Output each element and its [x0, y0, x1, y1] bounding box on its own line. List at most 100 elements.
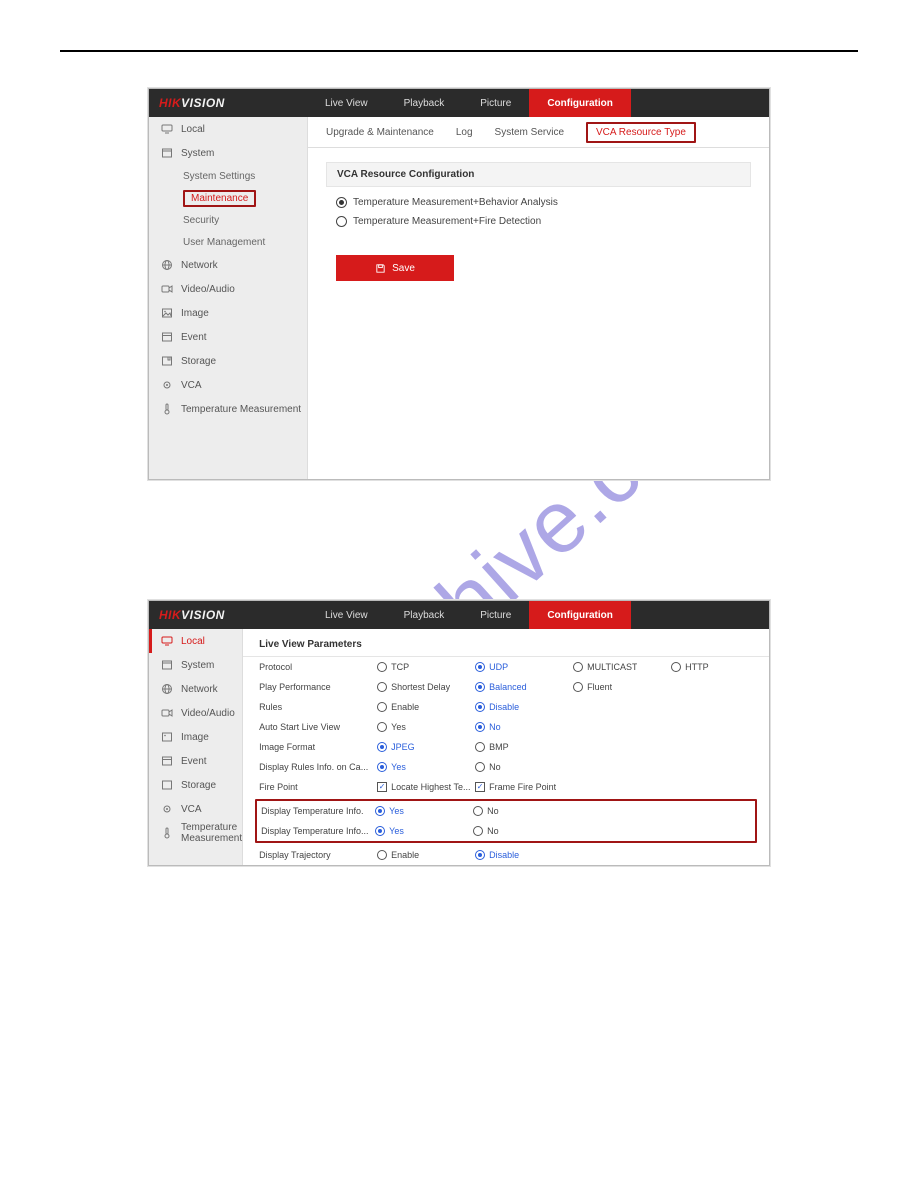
sidebar-image[interactable]: Image — [149, 725, 242, 749]
tab-log[interactable]: Log — [456, 127, 473, 138]
radio-icon — [475, 742, 485, 752]
radio-icon — [377, 682, 387, 692]
opt-bmp[interactable]: BMP — [475, 742, 573, 752]
nav-picture[interactable]: Picture — [462, 89, 529, 117]
opt-enable[interactable]: Enable — [377, 702, 475, 712]
nav-configuration[interactable]: Configuration — [529, 89, 631, 117]
sidebar-label: Network — [181, 260, 218, 271]
opt-disable[interactable]: Disable — [475, 702, 573, 712]
radio-icon — [475, 850, 485, 860]
opt-fluent[interactable]: Fluent — [573, 682, 671, 692]
sidebar: Local System System Settings Maintenance… — [149, 117, 308, 479]
opt-yes[interactable]: Yes — [375, 826, 473, 836]
sidebar-vca[interactable]: VCA — [149, 373, 307, 397]
opt-disable[interactable]: Disable — [475, 850, 573, 860]
radio-icon — [573, 682, 583, 692]
sidebar-video-audio[interactable]: Video/Audio — [149, 701, 242, 725]
row-display-rules-capture: Display Rules Info. on Ca... Yes No — [243, 757, 769, 777]
sidebar-network[interactable]: Network — [149, 677, 242, 701]
opt-yes[interactable]: Yes — [375, 806, 473, 816]
opt-label: UDP — [489, 662, 508, 672]
radio-icon — [475, 722, 485, 732]
opt-yes[interactable]: Yes — [377, 722, 475, 732]
opt-udp[interactable]: UDP — [475, 662, 573, 672]
sidebar-label: Storage — [181, 356, 216, 367]
opt-enable[interactable]: Enable — [377, 850, 475, 860]
nav-live-view[interactable]: Live View — [307, 89, 386, 117]
opt-no[interactable]: No — [475, 722, 573, 732]
sidebar-vca[interactable]: VCA — [149, 797, 242, 821]
opt-jpeg[interactable]: JPEG — [377, 742, 475, 752]
window-icon — [161, 659, 173, 671]
sidebar-security[interactable]: Security — [149, 209, 307, 231]
sidebar-temperature[interactable]: Temperature Measurement — [149, 821, 242, 845]
opt-yes[interactable]: Yes — [377, 762, 475, 772]
sidebar-user-management[interactable]: User Management — [149, 231, 307, 253]
sidebar-system-settings[interactable]: System Settings — [149, 165, 307, 187]
sidebar-temperature[interactable]: Temperature Measurement — [149, 397, 307, 421]
save-button[interactable]: Save — [336, 255, 454, 281]
nav-picture[interactable]: Picture — [462, 601, 529, 629]
calendar-icon — [161, 331, 173, 343]
opt-label: No — [489, 722, 501, 732]
sidebar-event[interactable]: Event — [149, 325, 307, 349]
opt-label: Enable — [391, 702, 419, 712]
radio-icon — [375, 806, 385, 816]
sidebar: Local System Network Video/Audio Image — [149, 629, 243, 865]
radio-icon — [377, 702, 387, 712]
opt-frame-fire-point[interactable]: ✓Frame Fire Point — [475, 782, 573, 792]
opt-label: Fluent — [587, 682, 612, 692]
row-label: Protocol — [259, 662, 377, 672]
sidebar-system[interactable]: System — [149, 141, 307, 165]
video-icon — [161, 283, 173, 295]
content-area: Upgrade & Maintenance Log System Service… — [308, 117, 769, 479]
video-icon — [161, 707, 173, 719]
radio-icon — [475, 682, 485, 692]
nav-playback[interactable]: Playback — [386, 601, 463, 629]
highlight-box: Maintenance — [183, 190, 256, 207]
sidebar-storage[interactable]: Storage — [149, 349, 307, 373]
opt-label: Yes — [389, 806, 404, 816]
opt-label: Frame Fire Point — [489, 782, 556, 792]
radio-behavior-analysis[interactable]: Temperature Measurement+Behavior Analysi… — [336, 197, 741, 208]
opt-label: TCP — [391, 662, 409, 672]
tab-upgrade-maintenance[interactable]: Upgrade & Maintenance — [326, 127, 434, 138]
opt-no[interactable]: No — [473, 806, 571, 816]
sidebar-image[interactable]: Image — [149, 301, 307, 325]
opt-label: Enable — [391, 850, 419, 860]
opt-locate-highest[interactable]: ✓Locate Highest Te... — [377, 782, 475, 792]
nav-live-view[interactable]: Live View — [307, 601, 386, 629]
radio-fire-detection[interactable]: Temperature Measurement+Fire Detection — [336, 216, 741, 227]
opt-label: Locate Highest Te... — [391, 782, 470, 792]
nav-configuration[interactable]: Configuration — [529, 601, 631, 629]
sidebar-video-audio[interactable]: Video/Audio — [149, 277, 307, 301]
opt-no[interactable]: No — [473, 826, 571, 836]
nav-playback[interactable]: Playback — [386, 89, 463, 117]
opt-multicast[interactable]: MULTICAST — [573, 662, 671, 672]
opt-shortest-delay[interactable]: Shortest Delay — [377, 682, 475, 692]
thermometer-icon — [161, 403, 173, 415]
row-label: Display Temperature Info. — [261, 806, 375, 816]
tab-vca-resource-type[interactable]: VCA Resource Type — [586, 122, 696, 143]
opt-label: BMP — [489, 742, 509, 752]
image-icon — [161, 731, 173, 743]
topbar: HIKVISION Live View Playback Picture Con… — [149, 89, 769, 117]
highlight-box: VCA Resource Type — [586, 122, 696, 143]
screenshot-1: HIKVISION Live View Playback Picture Con… — [148, 88, 770, 480]
opt-no[interactable]: No — [475, 762, 573, 772]
sidebar-event[interactable]: Event — [149, 749, 242, 773]
sidebar-local[interactable]: Local — [149, 117, 307, 141]
opt-balanced[interactable]: Balanced — [475, 682, 573, 692]
tab-system-service[interactable]: System Service — [495, 127, 564, 138]
globe-icon — [161, 683, 173, 695]
sidebar-storage[interactable]: Storage — [149, 773, 242, 797]
sidebar-network[interactable]: Network — [149, 253, 307, 277]
sidebar-label: Image — [181, 308, 209, 319]
opt-http[interactable]: HTTP — [671, 662, 769, 672]
opt-tcp[interactable]: TCP — [377, 662, 475, 672]
sidebar-maintenance[interactable]: Maintenance — [149, 187, 307, 209]
content-area: Live View Parameters Protocol TCP UDP MU… — [243, 629, 769, 865]
sidebar-system[interactable]: System — [149, 653, 242, 677]
sidebar-local[interactable]: Local — [149, 629, 242, 653]
sidebar-label: Event — [181, 756, 207, 767]
